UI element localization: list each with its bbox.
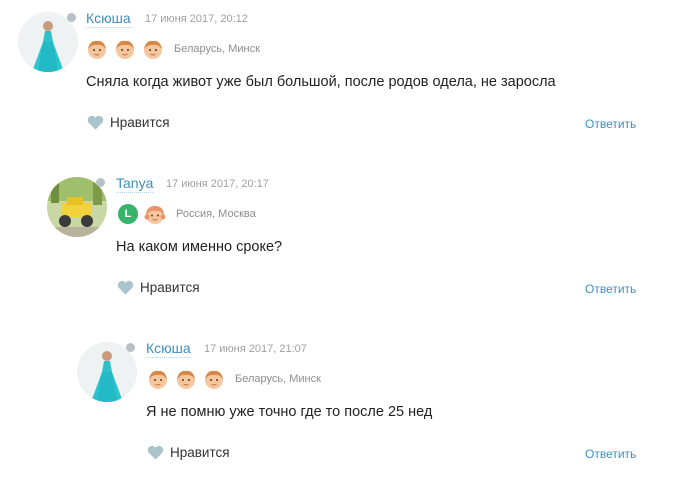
- author-name[interactable]: Ксюша: [86, 10, 131, 28]
- author-name[interactable]: Ксюша: [146, 340, 191, 358]
- like-label: Нравится: [170, 445, 230, 460]
- level-badge-icon: L: [118, 204, 138, 224]
- comment-text: На каком именно сроке?: [116, 239, 283, 255]
- boy-child-icon: [175, 368, 197, 390]
- heart-icon: [147, 445, 164, 460]
- user-location: Беларусь, Минск: [235, 373, 321, 385]
- online-status-icon: [96, 178, 105, 187]
- comment-date: 17 июня 2017, 20:17: [166, 178, 269, 190]
- heart-icon: [87, 115, 104, 130]
- author-name[interactable]: Tanya: [116, 175, 154, 193]
- online-status-icon: [67, 13, 76, 22]
- child-badges: Беларусь, Минск: [147, 367, 321, 391]
- comment-1: Ксюша 17 июня 2017, 20:12 Беларусь, Минс…: [0, 0, 700, 160]
- boy-child-icon: [114, 38, 136, 60]
- comment-date: 17 июня 2017, 21:07: [204, 343, 307, 355]
- like-label: Нравится: [140, 280, 200, 295]
- like-button[interactable]: Нравится: [147, 445, 230, 460]
- reply-button[interactable]: Ответить: [585, 447, 636, 461]
- boy-child-icon: [86, 38, 108, 60]
- comment-date: 17 июня 2017, 20:12: [145, 13, 248, 25]
- comment-text: Сняла когда живот уже был большой, после…: [86, 74, 556, 90]
- child-badges: L Россия, Москва: [118, 202, 256, 226]
- like-button[interactable]: Нравится: [87, 115, 170, 130]
- user-location: Беларусь, Минск: [174, 43, 260, 55]
- girl-child-icon: [144, 203, 166, 225]
- reply-button[interactable]: Ответить: [585, 282, 636, 296]
- user-location: Россия, Москва: [176, 208, 256, 220]
- reply-button[interactable]: Ответить: [585, 117, 636, 131]
- boy-child-icon: [203, 368, 225, 390]
- comment-2: Tanya 17 июня 2017, 20:17 L Россия, Моск…: [0, 165, 700, 315]
- online-status-icon: [126, 343, 135, 352]
- boy-child-icon: [147, 368, 169, 390]
- like-label: Нравится: [110, 115, 170, 130]
- boy-child-icon: [142, 38, 164, 60]
- heart-icon: [117, 280, 134, 295]
- comment-3: Ксюша 17 июня 2017, 21:07 Беларусь, Минс…: [0, 330, 700, 481]
- child-badges: Беларусь, Минск: [86, 37, 260, 61]
- like-button[interactable]: Нравится: [117, 280, 200, 295]
- comment-text: Я не помню уже точно где то после 25 нед: [146, 404, 433, 420]
